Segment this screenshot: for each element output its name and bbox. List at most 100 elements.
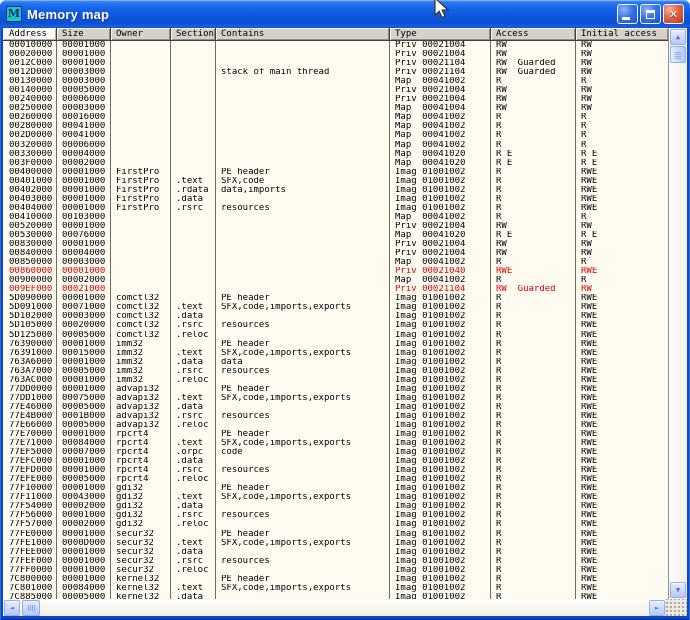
column-header-section[interactable]: Section [171,28,216,41]
memory-row-00402000[interactable]: 0040200000001000FirstPro.rdatadata,impor… [3,186,668,195]
memory-row-77FEF000[interactable]: 77FEF00000001000secur32.rsrcresourcesIma… [3,557,668,566]
memory-row-7C800000[interactable]: 7C80000000001000kernel32PE headerImag 01… [3,575,668,584]
column-header-size[interactable]: Size [57,28,111,41]
memory-row-77EF5000[interactable]: 77EF500000007000rpcrt4.orpccodeImag 0100… [3,448,668,457]
memory-row-77E66000[interactable]: 77E6600000005000advapi32.relocImag 01001… [3,421,668,430]
cell-contains: code [216,448,390,457]
column-header-owner[interactable]: Owner [111,28,171,41]
memory-row-77E71000[interactable]: 77E7100000084000rpcrt4.textSFX,code,impo… [3,439,668,448]
memory-row-77E46000[interactable]: 77E4600000005000advapi32.dataImag 010010… [3,403,668,412]
cell-initial: RW [576,95,668,104]
cell-address: 77F54000 [3,502,57,511]
memory-row-00330000[interactable]: 0033000000004000Map 00041020R ER E [3,150,668,159]
memory-row-00410000[interactable]: 0041000000103000Map 00041002RR [3,213,668,222]
memory-row-003F0000[interactable]: 003F000000002000Map 00041020R ER E [3,159,668,168]
memory-row-77EFC000[interactable]: 77EFC00000001000rpcrt4.dataImag 01001002… [3,457,668,466]
maximize-button[interactable] [640,4,661,24]
cell-access: R [491,358,576,367]
memory-row-77DD0000[interactable]: 77DD000000001000advapi32PE headerImag 01… [3,385,668,394]
cell-type: Map 00041004 [390,104,491,113]
memory-row-77F56000[interactable]: 77F5600000001000gdi32.rsrcresourcesImag … [3,511,668,520]
memory-row-5D091000[interactable]: 5D09100000071000comctl32.textSFX,code,im… [3,303,668,312]
memory-row-763AC000[interactable]: 763AC00000001000imm32.relocImag 01001002… [3,376,668,385]
memory-row-00130000[interactable]: 0013000000003000Map 00041002RR [3,77,668,86]
memory-row-00140000[interactable]: 0014000000005000Priv 00021004RWRW [3,86,668,95]
memory-row-00850000[interactable]: 0085000000003000Map 00041002RR [3,258,668,267]
scroll-right-button[interactable]: ► [649,600,665,616]
cell-owner: imm32 [111,340,171,349]
memory-row-763A6000[interactable]: 763A600000001000imm32.datadataImag 01001… [3,358,668,367]
memory-row-00020000[interactable]: 0002000000001000Priv 00021004RWRW [3,50,668,59]
memory-row-5D090000[interactable]: 5D09000000001000comctl32PE headerImag 01… [3,294,668,303]
cell-type: Imag 01001002 [390,502,491,511]
memory-row-00404000[interactable]: 0040400000001000FirstPro.rsrcresourcesIm… [3,204,668,213]
scroll-down-button[interactable]: ▼ [670,582,686,598]
memory-row-00840000[interactable]: 0084000000004000Priv 00021004RWRW [3,249,668,258]
memory-row-77E4B000[interactable]: 77E4B0000001B000advapi32.rsrcresourcesIm… [3,412,668,421]
memory-row-77F11000[interactable]: 77F1100000043000gdi32.textSFX,code,impor… [3,493,668,502]
memory-row-00280000[interactable]: 0028000000041000Map 00041002RR [3,122,668,131]
memory-row-00520000[interactable]: 0052000000001000Priv 00021004RWRW [3,222,668,231]
memory-row-76391000[interactable]: 7639100000015000imm32.textSFX,code,impor… [3,349,668,358]
cell-contains: SFX,code [216,177,390,186]
memory-row-00320000[interactable]: 0032000000006000Map 00041002RR [3,141,668,150]
cell-contains: SFX,code,imports,exports [216,584,390,593]
memory-row-77FF0000[interactable]: 77FF000000001000secur32.relocImag 010010… [3,566,668,575]
vertical-scrollbar[interactable]: ▲ ▼ [669,28,687,599]
memory-row-00401000[interactable]: 0040100000001000FirstPro.textSFX,codeIma… [3,177,668,186]
memory-row-77FEE000[interactable]: 77FEE00000001000secur32.dataImag 0100100… [3,548,668,557]
memory-row-77FE1000[interactable]: 77FE10000000D000secur32.textSFX,code,imp… [3,539,668,548]
memory-row-77EFD000[interactable]: 77EFD00000001000rpcrt4.rsrcresourcesImag… [3,466,668,475]
memory-row-009EF000[interactable]: 009EF00000021000Priv 00021104RW GuardedR… [3,285,668,294]
memory-row-0012C000[interactable]: 0012C00000001000Priv 00021104RW GuardedR… [3,59,668,68]
memory-row-00530000[interactable]: 0053000000076000Map 00041020R ER E [3,231,668,240]
memory-row-5D102000[interactable]: 5D10200000003000comctl32.dataImag 010010… [3,312,668,321]
horizontal-scroll-thumb[interactable] [22,600,40,616]
memory-row-00400000[interactable]: 0040000000001000FirstProPE headerImag 01… [3,168,668,177]
cell-contains: SFX,code,imports,exports [216,493,390,502]
cell-initial: RWE [576,204,668,213]
vertical-scroll-thumb[interactable] [670,46,686,63]
column-header-access[interactable]: Access [491,28,576,41]
memory-row-76390000[interactable]: 7639000000001000imm32PE headerImag 01001… [3,340,668,349]
memory-row-00830000[interactable]: 0083000000001000Priv 00021004RWRW [3,240,668,249]
cell-contains [216,421,390,430]
cell-section [171,95,216,104]
memory-row-5D125000[interactable]: 5D12500000005000comctl32.relocImag 01001… [3,331,668,340]
cell-contains [216,249,390,258]
memory-row-00250000[interactable]: 0025000000003000Map 00041004RWRW [3,104,668,113]
memory-row-00010000[interactable]: 0001000000001000Priv 00021004RWRW [3,41,668,50]
horizontal-scrollbar[interactable]: ◄ ► [3,599,687,616]
cell-owner: FirstPro [111,186,171,195]
memory-row-00240000[interactable]: 0024000000006000Priv 00021004RWRW [3,95,668,104]
memory-row-00860000[interactable]: 0086000000001000Priv 00021040RWERWE [3,267,668,276]
minimize-button[interactable] [617,4,638,24]
scroll-left-button[interactable]: ◄ [4,600,20,616]
memory-row-77FE0000[interactable]: 77FE000000001000secur32PE headerImag 010… [3,530,668,539]
resize-grip[interactable] [665,599,687,616]
memory-row-002D0000[interactable]: 002D000000041000Map 00041002RR [3,131,668,140]
close-button[interactable]: ✕ [663,4,684,24]
memory-row-77F54000[interactable]: 77F5400000002000gdi32.dataImag 01001002R… [3,502,668,511]
memory-row-77DD1000[interactable]: 77DD100000075000advapi32.textSFX,code,im… [3,394,668,403]
memory-row-00900000[interactable]: 0090000000002000Map 00041002RR [3,276,668,285]
memory-row-77F10000[interactable]: 77F1000000001000gdi32PE headerImag 01001… [3,484,668,493]
memory-row-77F57000[interactable]: 77F5700000002000gdi32.relocImag 01001002… [3,520,668,529]
memory-row-0012D000[interactable]: 0012D00000003000stack of main threadPriv… [3,68,668,77]
cell-size: 00041000 [57,122,111,131]
memory-row-763A7000[interactable]: 763A700000005000imm32.rsrcresourcesImag … [3,367,668,376]
memory-row-00403000[interactable]: 0040300000001000FirstPro.dataImag 010010… [3,195,668,204]
memory-row-77EFE000[interactable]: 77EFE00000005000rpcrt4.relocImag 0100100… [3,475,668,484]
cell-section [171,285,216,294]
column-header-address[interactable]: Address [3,28,57,41]
column-header-contains[interactable]: Contains [216,28,390,41]
column-header-initial[interactable]: Initial access [576,28,668,41]
cell-initial: R [576,141,668,150]
memory-row-5D105000[interactable]: 5D10500000020000comctl32.rsrcresourcesIm… [3,321,668,330]
scroll-up-button[interactable]: ▲ [670,29,686,45]
column-header-type[interactable]: Type [390,28,491,41]
memory-row-77E70000[interactable]: 77E7000000001000rpcrt4PE headerImag 0100… [3,430,668,439]
memory-row-00260000[interactable]: 0026000000016000Map 00041002RR [3,113,668,122]
title-bar[interactable]: M Memory map ✕ [0,0,690,28]
memory-row-7C801000[interactable]: 7C80100000084000kernel32.textSFX,code,im… [3,584,668,593]
